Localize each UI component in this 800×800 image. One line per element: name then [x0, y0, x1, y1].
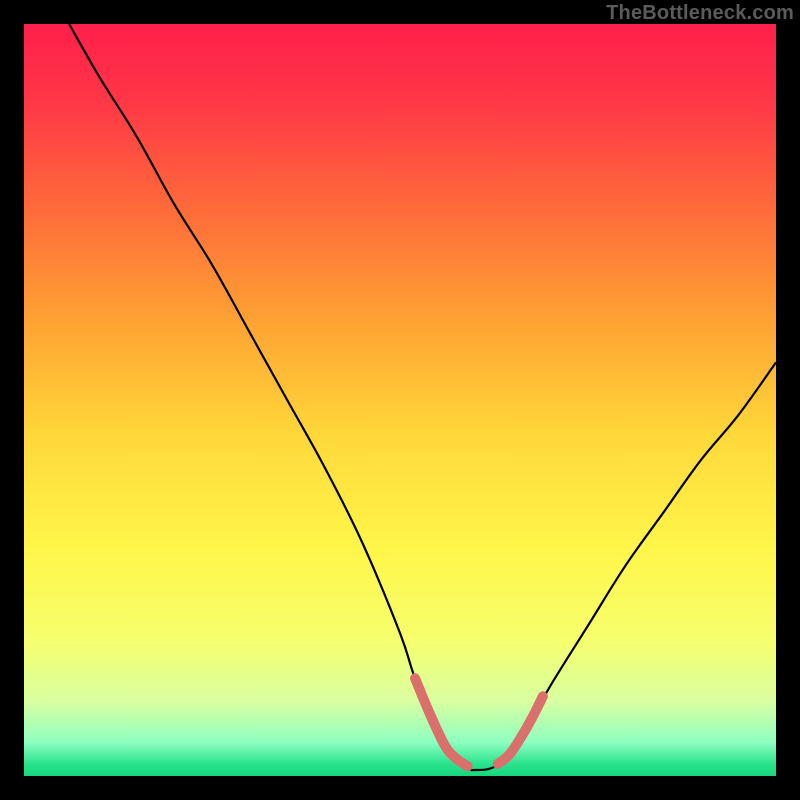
chart-svg	[24, 24, 776, 776]
watermark-text: TheBottleneck.com	[606, 2, 794, 25]
chart-frame: TheBottleneck.com	[0, 0, 800, 800]
plot-area	[24, 24, 776, 776]
